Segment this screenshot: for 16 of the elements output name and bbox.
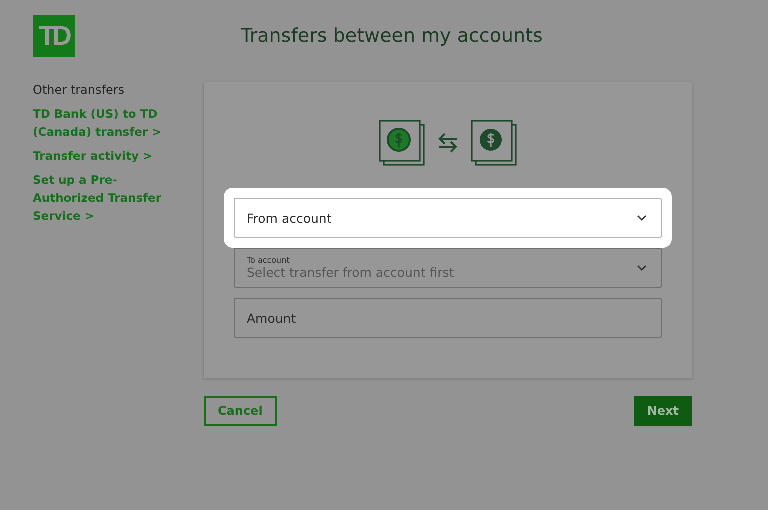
sidebar-link[interactable]: TD Bank (US) to TD (Canada) transfer >	[33, 105, 173, 141]
sidebar-link[interactable]: Set up a Pre-Authorized Transfer Service >	[33, 171, 173, 225]
input-field[interactable]: Amount	[234, 298, 662, 338]
cash-icon	[471, 120, 517, 166]
page-title: Transfers between my accounts	[241, 25, 543, 47]
cash-icon	[379, 120, 425, 166]
chevron-down-icon	[637, 215, 647, 221]
swap-arrows-icon	[437, 133, 459, 153]
next-button[interactable]: Next	[634, 396, 692, 426]
logo: TD	[33, 15, 75, 57]
dropdown-field[interactable]: From account	[234, 198, 662, 238]
sidebar-link[interactable]: Transfer activity >	[33, 147, 173, 165]
cancel-button[interactable]: Cancel	[204, 396, 277, 426]
chevron-down-icon	[637, 265, 647, 271]
sidebar-heading: Other transfers	[33, 83, 126, 97]
dropdown-field[interactable]: To account Select transfer from account first	[234, 248, 662, 288]
